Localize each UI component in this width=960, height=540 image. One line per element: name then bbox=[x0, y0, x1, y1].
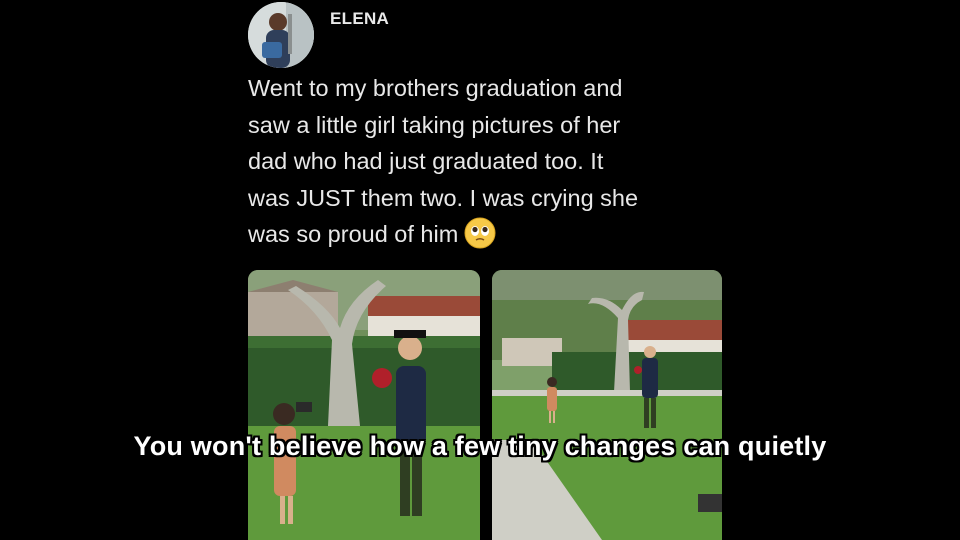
tweet-text: Went to my brothers graduation and saw a… bbox=[248, 70, 728, 260]
avatar-image bbox=[248, 2, 314, 68]
graduation-photo-left[interactable] bbox=[248, 270, 480, 540]
graduation-photo-left-image bbox=[248, 270, 480, 540]
tweet-text-line: Went to my brothers graduation and bbox=[248, 75, 623, 101]
video-subtitle: You won't believe how a few tiny changes… bbox=[133, 431, 827, 461]
author-name[interactable]: ELENA bbox=[330, 9, 389, 29]
tweet-text-line: was so proud of him bbox=[248, 216, 728, 260]
graduation-photo-right[interactable] bbox=[492, 270, 722, 540]
tweet-text-line: dad who had just graduated too. It bbox=[248, 148, 604, 174]
graduation-photo-right-image bbox=[492, 270, 722, 540]
avatar[interactable] bbox=[248, 2, 314, 68]
tweet-text-line: was JUST them two. I was crying she bbox=[248, 184, 639, 211]
tweet-text-line-content: was so proud of him bbox=[248, 221, 459, 247]
pleading-face-icon bbox=[464, 217, 496, 260]
tweet-text-line: saw a little girl taking pictures of her bbox=[248, 111, 621, 138]
